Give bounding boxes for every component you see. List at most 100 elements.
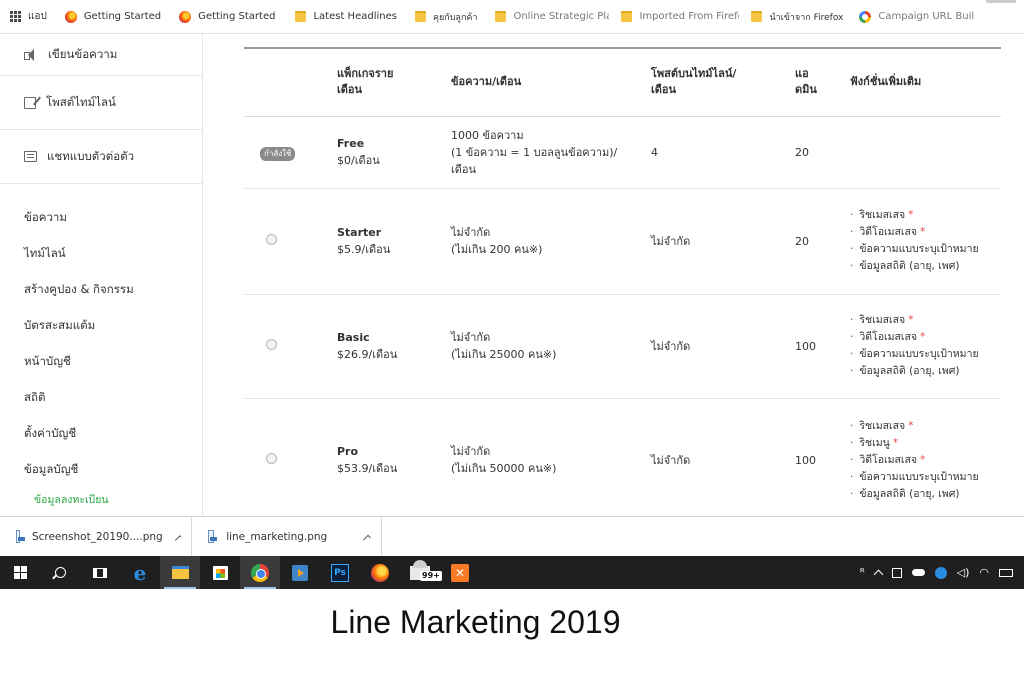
download-bar: Screenshot_20190....png line_marketing.p… xyxy=(0,516,1024,557)
photoshop-button[interactable]: Ps xyxy=(320,556,360,589)
messages-cell: ไม่จำกัด (ไม่เกิน 200 คน※) xyxy=(445,188,645,295)
sidebar-item-account-settings[interactable]: ตั้งค่าบัญชี xyxy=(0,416,202,452)
xampp-button[interactable]: ✕ xyxy=(440,556,480,589)
plan-select-cell xyxy=(244,398,331,516)
edge-button[interactable]: e xyxy=(120,556,160,589)
plan-radio-pro[interactable] xyxy=(266,452,277,464)
firefox-button[interactable] xyxy=(360,556,400,589)
timeline-posts-cell: ไม่จำกัด xyxy=(645,294,789,399)
apps-grid-icon xyxy=(10,11,21,22)
folder-icon xyxy=(621,11,633,22)
sidebar-item-statistics[interactable]: สถิติ xyxy=(0,380,202,416)
search-button[interactable] xyxy=(40,556,80,589)
feature-item: วิดีโอเมสเสจ* xyxy=(850,224,995,241)
features-cell xyxy=(844,116,1001,189)
messages-value: ไม่จำกัด xyxy=(451,226,491,239)
image-file-icon xyxy=(16,530,25,543)
video-app-button[interactable] xyxy=(280,556,320,589)
chevron-up-icon[interactable] xyxy=(873,569,884,580)
sidebar-item-point-card[interactable]: บัตรสะสมแต้ม xyxy=(0,308,202,344)
feature-text: ข้อมูลสถิติ (อายุ, เพศ) xyxy=(859,487,960,500)
bookmark-label: Getting Started xyxy=(198,11,276,22)
plan-radio-starter[interactable] xyxy=(266,233,277,245)
feature-item: ริชเมสเสจ* xyxy=(850,312,995,329)
sidebar-action-one-on-one-chat[interactable]: แชทแบบตัวต่อตัว xyxy=(0,130,202,184)
download-item[interactable]: Screenshot_20190....png xyxy=(0,516,192,557)
sidebar-menu: ข้อความ ไทม์ไลน์ สร้างคูปอง & กิจกรรม บั… xyxy=(0,184,202,510)
volume-icon[interactable]: ◁) xyxy=(957,566,970,579)
required-mark: * xyxy=(920,453,926,466)
google-icon xyxy=(859,10,872,23)
chevron-up-icon[interactable] xyxy=(174,535,182,542)
plan-price: $26.9/เดือน xyxy=(337,348,398,361)
plan-select-cell xyxy=(244,188,331,295)
file-explorer-button[interactable] xyxy=(160,556,200,589)
timeline-posts-cell: ไม่จำกัด xyxy=(645,188,789,295)
messages-note: (ไม่เกิน 50000 คน※) xyxy=(451,462,557,475)
onedrive-cloud-icon[interactable] xyxy=(911,569,925,576)
messages-cell: ไม่จำกัด (ไม่เกิน 50000 คน※) xyxy=(445,398,645,516)
video-player-icon xyxy=(292,564,308,581)
chrome-icon xyxy=(251,563,269,582)
messages-note: (ไม่เกิน 25000 คน※) xyxy=(451,348,557,361)
bookmark-online-strategic-plan[interactable]: Online Strategic Plan xyxy=(489,0,615,33)
store-button[interactable] xyxy=(200,556,240,589)
feature-text: ริชเมสเสจ xyxy=(859,314,906,326)
monitor-icon[interactable] xyxy=(891,567,902,578)
wifi-icon[interactable]: ◠ xyxy=(979,566,989,579)
sidebar-item-label: บัตรสะสมแต้ม xyxy=(24,318,96,332)
plan-radio-basic[interactable] xyxy=(266,338,277,350)
timeline-posts-cell: ไม่จำกัด xyxy=(645,398,789,516)
bookmark-imported-from-firefox[interactable]: Imported From Firefox xyxy=(615,0,745,33)
required-mark: * xyxy=(908,419,914,432)
bookmark-getting-started-1[interactable]: Getting Started xyxy=(59,0,167,33)
plan-name: Basic xyxy=(337,331,370,344)
required-mark: * xyxy=(908,314,914,326)
folder-icon xyxy=(414,11,426,22)
sidebar-item-account-info[interactable]: ข้อมูลบัญชี xyxy=(0,452,202,488)
sidebar-action-post-timeline[interactable]: โพสต์ไทม์ไลน์ xyxy=(0,76,202,130)
bookmark-campaign-url-builder[interactable]: Campaign URL Builder xyxy=(853,0,980,33)
window-edge xyxy=(986,0,1016,3)
people-icon[interactable]: ᴿ xyxy=(860,566,865,579)
table-row: Starter $5.9/เดือน ไม่จำกัด (ไม่เกิน 200… xyxy=(244,188,1001,295)
bookmark-latest-headlines[interactable]: Latest Headlines xyxy=(289,0,403,33)
sidebar-subitem-registration-info[interactable]: ข้อมูลลงทะเบียน xyxy=(0,488,202,510)
table-header-row: แพ็กเกจราย เดือน ข้อความ/เดือน โพสต์บนไท… xyxy=(244,48,1001,116)
sidebar-item-coupons-events[interactable]: สร้างคูปอง & กิจกรรม xyxy=(0,272,202,308)
feature-item: ข้อมูลสถิติ (อายุ, เพศ) xyxy=(850,258,995,275)
feature-item: ข้อมูลสถิติ (อายุ, เพศ) xyxy=(850,363,995,380)
chevron-up-icon[interactable] xyxy=(363,534,371,543)
plan-cell: Free $0/เดือน xyxy=(331,116,445,189)
photoshop-icon: Ps xyxy=(331,563,349,582)
bookmark-imported-thai[interactable]: นำเข้าจาก Firefox xyxy=(745,0,849,33)
chrome-button[interactable] xyxy=(240,556,280,589)
task-view-button[interactable] xyxy=(80,556,120,589)
download-item[interactable]: line_marketing.png xyxy=(192,516,382,557)
bookmark-folder-thai[interactable]: คุยกับลูกค้า xyxy=(409,0,484,33)
bluetooth-icon[interactable] xyxy=(934,566,947,579)
firefox-icon xyxy=(179,10,192,23)
sidebar-item-messages[interactable]: ข้อความ xyxy=(0,200,202,236)
xampp-icon: ✕ xyxy=(451,563,469,582)
plan-name: Free xyxy=(337,137,365,150)
sidebar-action-write-message[interactable]: เขียนข้อความ xyxy=(0,34,202,76)
features-cell: ริชเมสเสจ* ริชเมนู* วิดีโอเมสเสจ* ข้อควา… xyxy=(844,398,1001,516)
messages-note: เดือน xyxy=(451,162,477,176)
battery-icon[interactable] xyxy=(999,568,1013,577)
feature-item: ข้อความแบบระบุเป้าหมาย xyxy=(850,241,995,258)
folder-icon xyxy=(295,11,307,22)
task-view-icon xyxy=(93,567,107,578)
sidebar-item-label: ตั้งค่าบัญชี xyxy=(24,426,77,440)
sidebar-item-timeline[interactable]: ไทม์ไลน์ xyxy=(0,236,202,272)
mail-button[interactable]: 99+ xyxy=(400,556,442,589)
bookmark-getting-started-2[interactable]: Getting Started xyxy=(173,0,281,33)
bookmark-apps[interactable]: แอป xyxy=(0,0,53,33)
feature-text: ข้อความแบบระบุเป้าหมาย xyxy=(859,348,979,360)
sidebar-item-account-page[interactable]: หน้าบัญชี xyxy=(0,344,202,380)
table-row: Basic $26.9/เดือน ไม่จำกัด (ไม่เกิน 2500… xyxy=(244,294,1001,399)
plan-price: $5.9/เดือน xyxy=(337,243,391,256)
start-button[interactable] xyxy=(0,556,40,589)
messages-cell: 1000 ข้อความ (1 ข้อความ = 1 บอลลูนข้อควา… xyxy=(445,116,645,189)
sidebar-action-label: แชทแบบตัวต่อตัว xyxy=(47,148,135,163)
